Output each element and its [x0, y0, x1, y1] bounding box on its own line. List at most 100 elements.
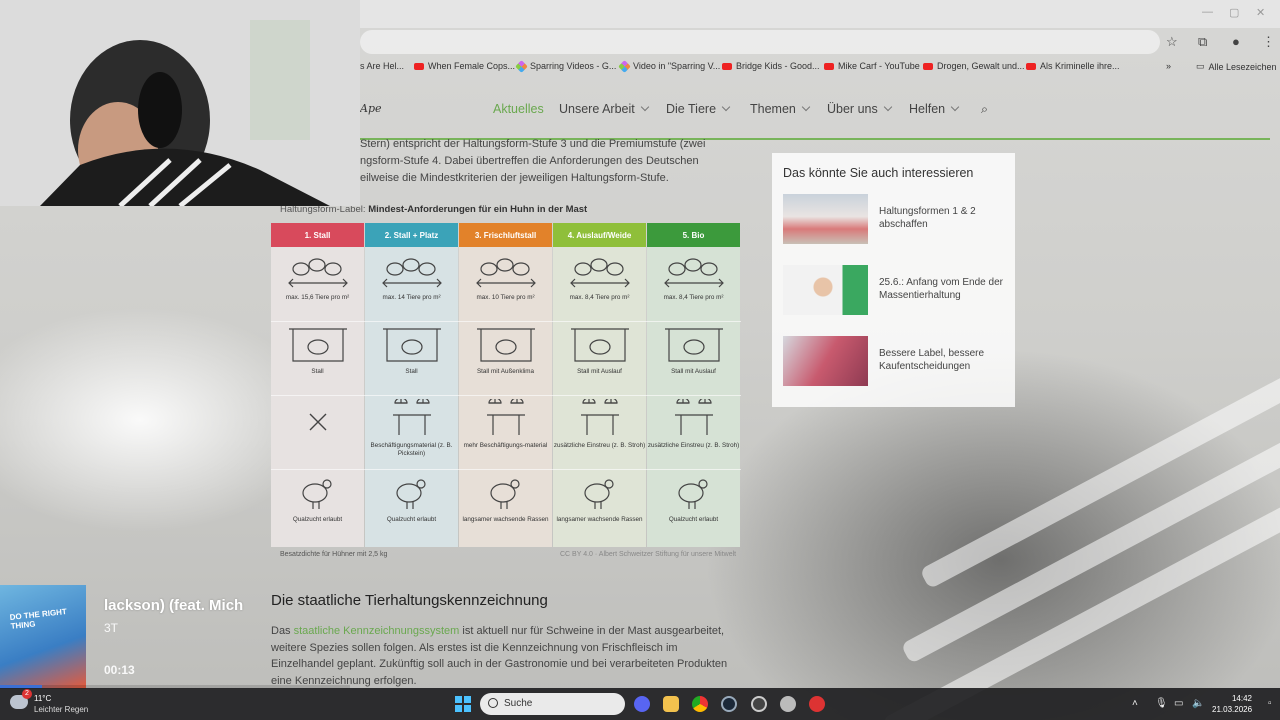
track-time: 00:13: [104, 663, 135, 677]
label-column-header: 2. Stall + Platz: [365, 223, 458, 247]
stall-icon: [382, 328, 441, 362]
site-logo[interactable]: Ape: [360, 102, 382, 115]
label-cell-text: Stall mit Auslauf: [671, 368, 716, 375]
label-column: 1. Stall max. 15,6 Tiere pro m² Stall Qualz…: [271, 223, 364, 547]
related-item[interactable]: 25.6.: Anfang vom Ende der Massentierhal…: [783, 265, 1008, 315]
related-articles: Das könnte Sie auch interessieren Haltun…: [772, 153, 1015, 407]
related-item-title: 25.6.: Anfang vom Ende der Massentierhal…: [879, 277, 1003, 301]
search-icon[interactable]: ⌕: [981, 102, 988, 117]
stall-icon: [570, 328, 629, 362]
label-cell: Stall mit Auslauf: [647, 325, 740, 376]
label-cell-text: Stall mit Außenklima: [476, 368, 535, 375]
enrichment-icon: [580, 399, 619, 435]
webcam-overlay: [0, 0, 360, 206]
close-icon[interactable]: ✕: [1256, 6, 1265, 19]
article-intro: Stern) entspricht der Haltungsform-Stufe…: [360, 136, 720, 187]
label-cell-text: max. 8,4 Tiere pro m²: [663, 294, 724, 301]
url-input[interactable]: [360, 30, 1160, 54]
bookmark-item[interactable]: Drogen, Gewalt und...: [923, 61, 1025, 71]
media-player-icon[interactable]: [809, 696, 825, 712]
related-thumbnail: [783, 194, 868, 244]
label-cell: max. 8,4 Tiere pro m²: [553, 251, 646, 302]
label-cell-text: mehr Beschäftigungs-material: [463, 442, 548, 449]
related-thumbnail: [783, 336, 868, 386]
minimize-icon[interactable]: —: [1202, 6, 1213, 18]
bookmark-item[interactable]: Als Kriminelle ihre...: [1026, 61, 1120, 71]
address-bar: ☆ ⧉ ● ⋮: [360, 30, 1280, 54]
steam-icon[interactable]: [721, 696, 737, 712]
chevron-down-icon: [721, 102, 731, 112]
nav-die-tiere[interactable]: Die Tiere: [666, 102, 731, 116]
bookmark-item[interactable]: s Are Hel...: [360, 61, 404, 71]
label-cell: max. 8,4 Tiere pro m²: [647, 251, 740, 302]
label-cell: [271, 399, 364, 448]
notification-badge: 2: [22, 689, 32, 699]
label-cell-text: Qualzucht erlaubt: [386, 516, 437, 523]
ccleaner-icon[interactable]: [751, 696, 767, 712]
related-item[interactable]: Bessere Label, bessere Kaufentscheidunge…: [783, 336, 1008, 386]
youtube-icon: [923, 62, 933, 70]
nav-ueber-uns[interactable]: Über uns: [827, 102, 892, 116]
gemini-icon: [515, 59, 528, 73]
file-explorer-icon[interactable]: [663, 696, 679, 712]
label-cell: max. 15,6 Tiere pro m²: [271, 251, 364, 302]
profile-avatar[interactable]: ●: [1232, 34, 1240, 49]
label-cell: langsamer wachsende Rassen: [553, 473, 646, 524]
label-cell-text: max. 14 Tiere pro m²: [382, 294, 441, 301]
microphone-icon[interactable]: 🎙: [1155, 698, 1168, 709]
gemini-icon: [618, 59, 631, 73]
maximize-icon[interactable]: ▢: [1229, 6, 1239, 19]
label-cell-text: max. 8,4 Tiere pro m²: [569, 294, 630, 301]
chicken-icon: [583, 479, 614, 509]
now-playing-widget: DO THE RIGHT THING lackson) (feat. Mich …: [0, 585, 350, 689]
chicken-icon: [301, 479, 332, 509]
volume-icon[interactable]: 🔈: [1192, 698, 1204, 709]
bookmark-star-icon[interactable]: ☆: [1166, 34, 1178, 50]
enrichment-icon: [486, 399, 525, 435]
system-clock[interactable]: 14:42 21.03.2026: [1212, 693, 1252, 715]
discord-icon[interactable]: [634, 696, 650, 712]
youtube-icon: [414, 62, 424, 70]
bookmark-item[interactable]: Video in "Sparring V...: [618, 59, 720, 73]
figure-footnote: Besatzdichte für Hühner mit 2,5 kg: [280, 551, 388, 558]
bookmark-item[interactable]: Mike Carf - YouTube: [824, 61, 920, 71]
stall-icon: [476, 328, 535, 362]
menu-icon[interactable]: ⋮: [1262, 34, 1275, 50]
bookmark-item[interactable]: Bridge Kids - Good...: [722, 61, 820, 71]
track-artist: 3T: [104, 621, 119, 635]
nav-helfen[interactable]: Helfen: [909, 102, 960, 116]
app-icon[interactable]: [780, 696, 796, 712]
chevron-up-icon[interactable]: ˄: [1132, 698, 1138, 709]
bookmarks-overflow-button[interactable]: »: [1166, 61, 1171, 71]
chicken-density-icon: [475, 258, 536, 288]
extensions-icon[interactable]: ⧉: [1198, 34, 1207, 50]
label-cell-text: Qualzucht erlaubt: [292, 516, 343, 523]
intro-line: ngsform-Stufe 4. Dabei übertreffen die A…: [360, 155, 699, 167]
label-column: 2. Stall + Platz max. 14 Tiere pro m² Stal…: [365, 223, 458, 547]
label-column-header: 3. Frischluftstall: [459, 223, 552, 247]
label-cell: Stall: [365, 325, 458, 376]
bookmark-item[interactable]: Sparring Videos - G...: [515, 59, 616, 73]
label-cell: max. 14 Tiere pro m²: [365, 251, 458, 302]
label-column-header: 4. Auslauf/Weide: [553, 223, 646, 247]
all-bookmarks-button[interactable]: ▭ Alle Lesezeichen: [1196, 61, 1277, 72]
label-cell: Qualzucht erlaubt: [365, 473, 458, 524]
intro-line: eilweise die Mindestkriterien der jeweil…: [360, 172, 669, 184]
nav-themen[interactable]: Themen: [750, 102, 811, 116]
nav-aktuelles[interactable]: Aktuelles: [493, 102, 544, 116]
taskbar-search[interactable]: Suche: [480, 693, 625, 715]
label-column-header: 1. Stall: [271, 223, 364, 247]
label-cell: zusätzliche Einstreu (z. B. Stroh): [647, 399, 740, 450]
chicken-icon: [489, 479, 520, 509]
related-item[interactable]: Haltungsformen 1 & 2 abschaffen: [783, 194, 1008, 244]
label-cell: mehr Beschäftigungs-material: [459, 399, 552, 450]
track-title: lackson) (feat. Mich: [104, 597, 244, 614]
notifications-icon[interactable]: ▫: [1268, 698, 1272, 709]
network-icon[interactable]: ▭: [1174, 698, 1183, 709]
windows-start-icon[interactable]: [455, 696, 471, 712]
youtube-icon: [824, 62, 834, 70]
chevron-down-icon: [950, 102, 960, 112]
bookmark-item[interactable]: When Female Cops...: [414, 61, 515, 71]
chrome-icon[interactable]: [692, 696, 708, 712]
nav-unsere-arbeit[interactable]: Unsere Arbeit: [559, 102, 649, 116]
